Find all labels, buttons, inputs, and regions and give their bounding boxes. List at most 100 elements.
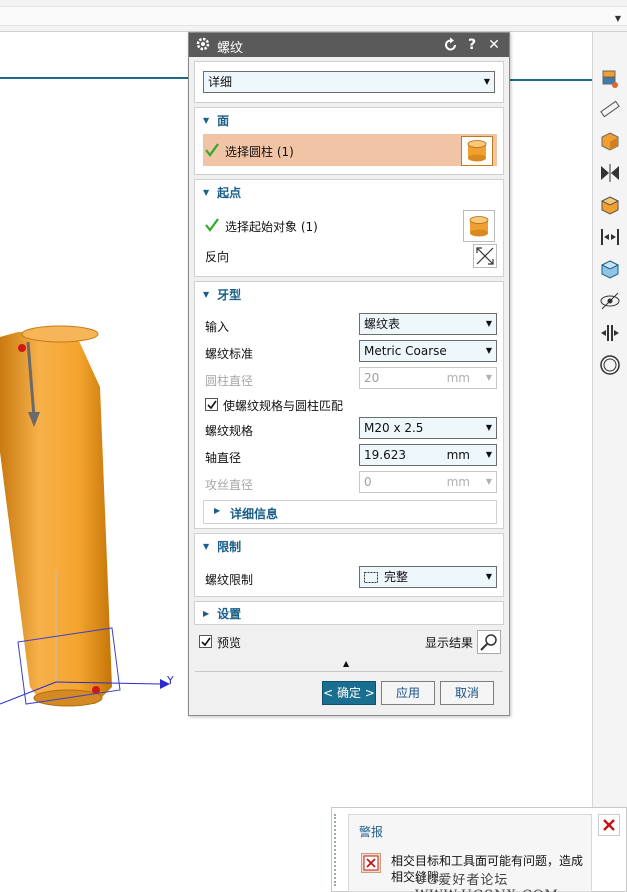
chevron-right-icon: ▶ — [214, 506, 221, 515]
cylinder-icon — [467, 140, 487, 162]
thread-standard-select[interactable]: Metric Coarse ▼ — [359, 340, 497, 362]
mode-select-value: 详细 — [208, 75, 233, 89]
hide-icon[interactable] — [597, 288, 623, 314]
chevron-down-icon[interactable]: ▼ — [486, 445, 492, 465]
chevron-down-icon: ▼ — [485, 572, 492, 581]
mode-panel: 详细 ▼ — [194, 61, 504, 103]
profile-section-title: 牙型 — [217, 288, 242, 302]
cylinder-diameter-field: 20 mm ▼ — [359, 367, 497, 389]
chevron-down-icon[interactable]: ▼ — [615, 14, 621, 23]
thread-spec-select[interactable]: M20 x 2.5 ▼ — [359, 417, 497, 439]
face-section-title: 面 — [217, 114, 230, 128]
match-thread-checkbox[interactable] — [205, 398, 218, 411]
alert-title[interactable]: 警报 — [359, 823, 383, 840]
settings-section[interactable]: ▶ 设置 — [194, 601, 504, 625]
axis-y-label: Y — [166, 674, 174, 687]
cylinder-diameter-value: 20 — [364, 371, 380, 385]
shaft-diameter-unit: mm — [446, 448, 470, 462]
check-icon — [205, 143, 219, 157]
start-section-header[interactable]: ▼ 起点 — [203, 184, 241, 201]
match-thread-label: 使螺纹规格与圆柱匹配 — [223, 399, 344, 413]
start-section: ▼ 起点 选择起始对象 (1) 反向 — [194, 179, 504, 277]
drag-handle[interactable] — [334, 814, 338, 886]
limit-section-header[interactable]: ▼ 限制 — [203, 538, 241, 555]
shaft-diameter-field[interactable]: 19.623 mm ▼ — [359, 444, 497, 466]
tap-diameter-field: 0 mm ▼ — [359, 471, 497, 493]
chevron-down-icon: ▼ — [483, 77, 490, 86]
select-start-object-label: 选择起始对象 (1) — [225, 220, 318, 234]
section-view-icon[interactable] — [597, 256, 623, 282]
collapse-up-icon[interactable]: ▲ — [343, 659, 349, 668]
tap-diameter-value: 0 — [364, 475, 372, 489]
select-cylinder-row[interactable]: 选择圆柱 (1) — [203, 134, 497, 166]
chevron-down-icon: ▼ — [485, 346, 492, 355]
thread-standard-value: Metric Coarse — [364, 344, 447, 358]
gear-icon[interactable] — [195, 36, 211, 52]
thread-limit-select[interactable]: 完整 ▼ — [359, 566, 497, 588]
split-icon[interactable] — [597, 320, 623, 346]
profile-section: ▼ 牙型 输入 螺纹表 ▼ 螺纹标准 Metric Coarse ▼ 圆柱直径 2… — [194, 281, 504, 529]
error-icon — [361, 853, 381, 873]
cylinder-diameter-unit: mm — [446, 371, 470, 385]
thread-limit-value: 完整 — [384, 570, 409, 584]
chevron-down-icon: ▼ — [485, 423, 492, 432]
apply-button[interactable]: 应用 — [381, 681, 435, 705]
command-bar — [0, 6, 627, 26]
thread-limit-label: 螺纹限制 — [205, 573, 254, 587]
reverse-button[interactable] — [473, 244, 497, 268]
dialog-title: 螺纹 — [217, 41, 244, 56]
close-button[interactable]: ✕ — [485, 35, 503, 55]
thread-spec-value: M20 x 2.5 — [364, 421, 424, 435]
distance-icon[interactable] — [597, 224, 623, 250]
chevron-down-icon: ▼ — [485, 373, 492, 382]
limit-section-title: 限制 — [217, 540, 242, 554]
cylinder-select-button[interactable] — [461, 136, 493, 166]
preview-checkbox[interactable] — [199, 635, 212, 648]
ruler-icon[interactable] — [597, 96, 623, 122]
select-cylinder-label: 选择圆柱 (1) — [225, 145, 294, 159]
settings-section-header[interactable]: ▶ 设置 — [203, 605, 241, 622]
reverse-label: 反向 — [205, 250, 230, 264]
layers-icon[interactable] — [597, 66, 623, 92]
close-icon — [603, 819, 615, 831]
start-object-select-button[interactable] — [463, 210, 495, 242]
separator — [195, 671, 503, 672]
face-section: ▼ 面 选择圆柱 (1) — [194, 107, 504, 175]
face-section-header[interactable]: ▼ 面 — [203, 112, 229, 129]
details-subsection[interactable]: ▶ 详细信息 — [203, 500, 497, 524]
ok-button[interactable]: < 确定 > — [322, 681, 376, 705]
mirror-icon[interactable] — [597, 160, 623, 186]
check-icon — [205, 218, 219, 232]
right-toolbar — [592, 32, 627, 892]
alert-close-button[interactable] — [598, 814, 620, 836]
tap-diameter-unit: mm — [446, 475, 470, 489]
tap-diameter-label: 攻丝直径 — [205, 478, 254, 492]
checkmark-icon — [207, 400, 217, 410]
input-label: 输入 — [205, 320, 230, 334]
thread-spec-label: 螺纹规格 — [205, 424, 254, 438]
preview-label: 预览 — [217, 636, 242, 650]
chevron-down-icon: ▼ — [485, 319, 492, 328]
dialog-titlebar[interactable]: 螺纹 ? ✕ — [189, 33, 509, 57]
shaft-diameter-label: 轴直径 — [205, 451, 242, 465]
circle-icon[interactable] — [597, 352, 623, 378]
details-title: 详细信息 — [230, 507, 279, 521]
chevron-down-icon: ▼ — [485, 477, 492, 486]
cube-analysis-icon[interactable] — [597, 128, 623, 154]
start-section-title: 起点 — [217, 186, 242, 200]
cylinder-icon — [469, 216, 489, 237]
reverse-direction-icon — [476, 247, 494, 265]
input-select-value: 螺纹表 — [364, 317, 401, 331]
top-toolbar: ▼ — [0, 0, 627, 32]
cancel-button[interactable]: 取消 — [440, 681, 494, 705]
thread-standard-label: 螺纹标准 — [205, 347, 254, 361]
reset-icon[interactable] — [443, 37, 459, 53]
input-select[interactable]: 螺纹表 ▼ — [359, 313, 497, 335]
profile-section-header[interactable]: ▼ 牙型 — [203, 286, 241, 303]
magnifier-icon — [480, 634, 497, 651]
mode-select[interactable]: 详细 ▼ — [203, 71, 495, 93]
watermark: UG爱好者论坛 WWW.UGSNX.COM — [415, 873, 558, 892]
help-button[interactable]: ? — [463, 35, 481, 55]
show-result-button[interactable] — [477, 630, 501, 654]
solid-body-icon[interactable] — [597, 192, 623, 218]
